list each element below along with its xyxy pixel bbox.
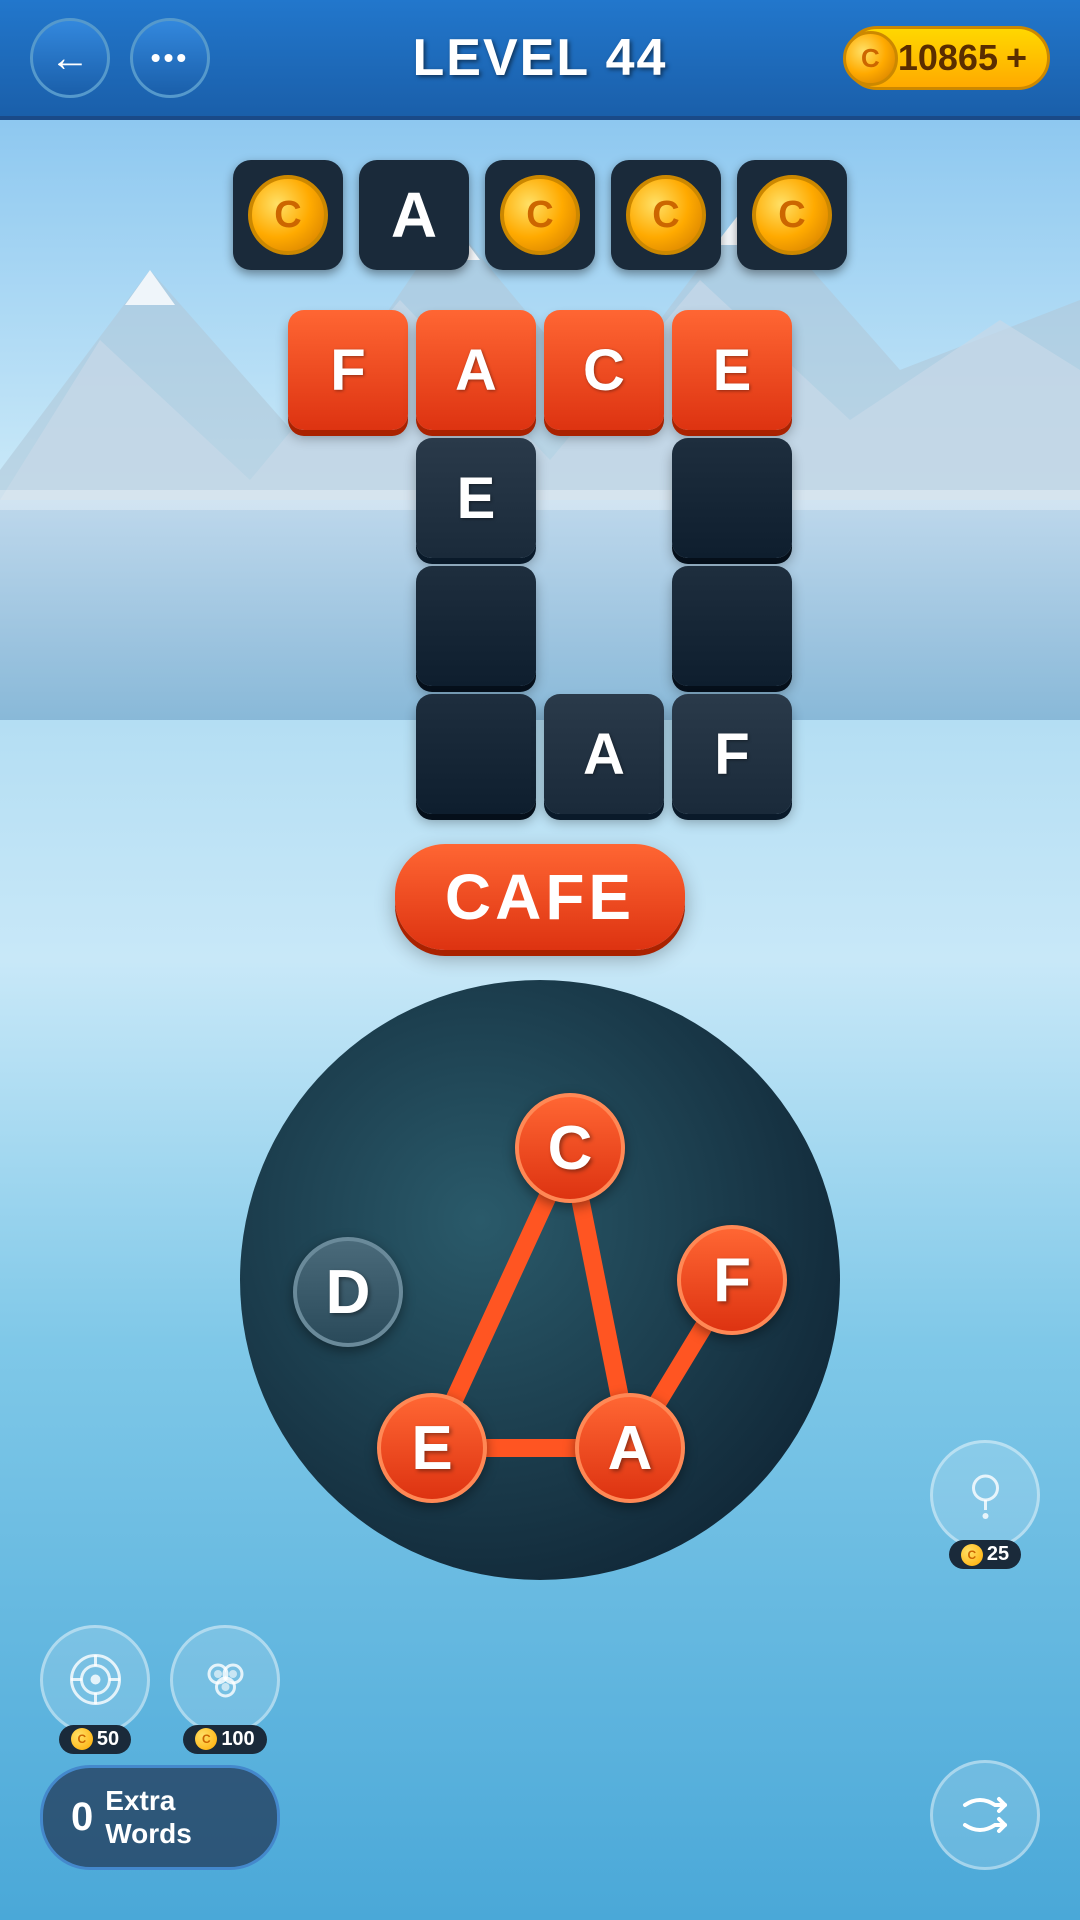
letter-node-c[interactable]: C [515,1093,625,1203]
cell-1-3 [672,438,792,558]
extra-words-button[interactable]: 0 ExtraWords [40,1765,280,1870]
header: ← ••• LEVEL 44 C 10865 + [0,0,1080,120]
header-left: ← ••• [30,18,210,98]
hint-group-cost-coin: C [195,1728,217,1750]
cell-0-0: F [288,310,408,430]
crossword-grid: F A C E E A F [288,310,792,814]
reward-tile-4: C [611,160,721,270]
reward-coin-4: C [626,175,706,255]
reward-coin-5: C [752,175,832,255]
shuffle-button[interactable] [930,1760,1040,1870]
cell-1-0 [288,438,408,558]
cell-0-3: E [672,310,792,430]
cell-2-1 [416,566,536,686]
left-buttons: C 50 C [40,1625,280,1870]
coin-plus: + [1006,37,1027,79]
cell-0-2: C [544,310,664,430]
cell-1-2 [544,438,664,558]
reward-letter-a: A [391,178,437,252]
letter-node-f[interactable]: F [677,1225,787,1335]
hint-group-cost: C 100 [183,1725,266,1754]
letter-circle: C F D E A [240,980,840,1580]
cell-2-3 [672,566,792,686]
coin-display: C 10865 + [845,26,1050,90]
cell-2-0 [288,566,408,686]
back-button[interactable]: ← [30,18,110,98]
reward-coin-1: C [248,175,328,255]
cell-1-1: E [416,438,536,558]
cafe-text: CAFE [445,861,635,933]
reward-tile-5: C [737,160,847,270]
cell-3-2: A [544,694,664,814]
reward-tile-3: C [485,160,595,270]
reward-row: C A C C C [0,160,1080,270]
header-coin-icon: C [843,31,898,86]
reward-tile-1: C [233,160,343,270]
letter-node-a[interactable]: A [575,1393,685,1503]
letter-node-e[interactable]: E [377,1393,487,1503]
target-button[interactable]: C 50 [40,1625,150,1735]
target-cost-coin: C [71,1728,93,1750]
reward-tile-2: A [359,160,469,270]
menu-button[interactable]: ••• [130,18,210,98]
cell-3-3: F [672,694,792,814]
cafe-word-display: CAFE [395,844,685,950]
hint-group-cost-label: 100 [221,1728,254,1751]
letter-circle-container: C F D E A [240,980,840,1580]
level-title: LEVEL 44 [413,28,668,88]
extra-words-label: ExtraWords [105,1784,192,1851]
extra-words-count: 0 [71,1795,93,1840]
cell-3-0 [288,694,408,814]
target-cost: C 50 [59,1725,131,1754]
cell-2-2 [544,566,664,686]
reward-coin-3: C [500,175,580,255]
target-cost-label: 50 [97,1728,119,1751]
coin-amount: 10865 [898,37,998,79]
letter-node-d[interactable]: D [293,1237,403,1347]
cell-3-1 [416,694,536,814]
cell-0-1: A [416,310,536,430]
hint-group-button[interactable]: C 100 [170,1625,280,1735]
